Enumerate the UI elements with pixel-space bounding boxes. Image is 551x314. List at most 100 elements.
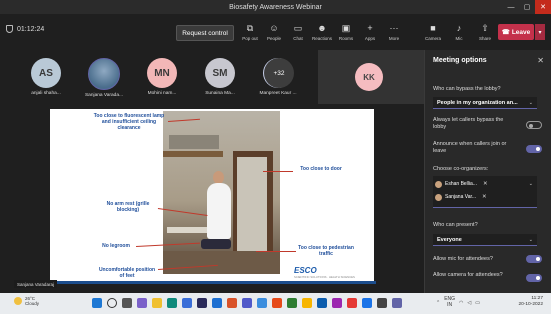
app-icon[interactable] <box>197 298 207 308</box>
participant-tile[interactable]: SM Sunaina Ma... <box>196 58 244 98</box>
shelf-equipment <box>169 135 219 149</box>
lang-region: IN <box>447 301 453 308</box>
powerpoint-icon[interactable] <box>227 298 237 308</box>
speaker-name-label: Sanjana Varadaraj <box>14 280 57 288</box>
app-icon[interactable] <box>377 298 387 308</box>
minimize-button[interactable]: — <box>503 0 519 14</box>
avatar: AS <box>31 58 61 88</box>
title-bar: Biosafety Awareness Webinar — ▢ ✕ <box>0 0 551 14</box>
search-icon[interactable] <box>107 298 117 308</box>
battery-icon[interactable]: ▭ <box>475 300 480 306</box>
mic-toggle[interactable] <box>526 255 542 263</box>
bypass-lobby-select[interactable]: People in my organization an... ⌄ <box>433 97 537 109</box>
bypass-lobby-label: Who can bypass the lobby? <box>433 86 501 92</box>
participant-tile[interactable]: AS anjali shaha... <box>22 58 70 98</box>
language-indicator[interactable]: ENG IN <box>444 296 455 308</box>
apps-button[interactable]: + Apps <box>358 18 382 46</box>
participant-name: Mohini nam... <box>147 91 177 96</box>
edge-icon[interactable] <box>167 298 177 308</box>
more-label: More <box>388 36 400 41</box>
meeting-timer: 01:12:24 <box>6 25 44 33</box>
camera-button[interactable]: ■ Camera <box>420 18 446 46</box>
teams-icon[interactable] <box>392 298 402 308</box>
app-icon[interactable] <box>272 298 282 308</box>
rooms-label: Rooms <box>338 36 354 41</box>
annotation-arrow <box>263 171 293 172</box>
esco-logo: ESCO <box>294 266 317 275</box>
app-icon[interactable] <box>332 298 342 308</box>
coorganizers-label: Choose co-organizers: <box>433 166 489 172</box>
apps-label: Apps <box>364 36 376 41</box>
phone-icon: ☎ <box>501 29 510 36</box>
floor <box>163 251 280 274</box>
speaker-icon[interactable]: ◁ <box>467 300 471 306</box>
present-label: Who can present? <box>433 222 478 228</box>
outlook-icon[interactable] <box>212 298 222 308</box>
app-icon[interactable] <box>287 298 297 308</box>
windows-start-icon[interactable] <box>92 298 102 308</box>
chevron-down-icon: ▾ <box>538 29 542 36</box>
share-label: Share <box>478 36 491 41</box>
cabinet-door <box>237 157 267 257</box>
meeting-tools: ⧉ Pop out ☺ People ▭ Chat ☻ Reactions ▣ Rooms… <box>238 18 406 46</box>
camera-toggle[interactable] <box>526 274 542 282</box>
mic-button[interactable]: ♪ Mic <box>446 18 472 46</box>
more-button[interactable]: ··· More <box>382 18 406 46</box>
chevron-up-icon[interactable]: ⌃ <box>436 300 440 306</box>
remove-coorganizer-icon[interactable]: ✕ <box>483 181 488 187</box>
app-icon[interactable] <box>257 298 267 308</box>
teams-icon[interactable] <box>242 298 252 308</box>
reactions-button[interactable]: ☻ Reactions <box>310 18 334 46</box>
taskbar-clock[interactable]: 11:27 20-10-2022 <box>518 296 543 308</box>
app-icon[interactable] <box>302 298 312 308</box>
annotation: No arm rest (grille blocking) <box>106 201 150 213</box>
chevron-down-icon: ⌄ <box>528 99 533 106</box>
annotation: Uncomfortable position of feet <box>98 267 156 279</box>
device-controls: ■ Camera ♪ Mic ⇧ Share <box>420 18 498 46</box>
participant-tile[interactable]: Sanjana Varada... <box>80 58 128 98</box>
share-button[interactable]: ⇧ Share <box>472 18 498 46</box>
store-icon[interactable] <box>182 298 192 308</box>
people-label: People <box>266 36 281 41</box>
callers-bypass-label: Always let callers bypass the lobby <box>433 117 504 130</box>
people-button[interactable]: ☺ People <box>262 18 286 46</box>
leave-button[interactable]: ☎ Leave <box>498 24 534 40</box>
callers-bypass-toggle[interactable] <box>526 121 542 129</box>
window-title: Biosafety Awareness Webinar <box>229 3 322 11</box>
share-icon: ⇧ <box>481 23 489 33</box>
remove-coorganizer-icon[interactable]: ✕ <box>482 194 487 200</box>
coorganizers-select[interactable]: Eshan Bellia... ✕ Sanjana Var... ✕ ⌄ <box>433 176 537 208</box>
pop-out-label: Pop out <box>242 36 258 41</box>
pop-out-icon: ⧉ <box>246 23 254 33</box>
more-participants-button[interactable]: +32 <box>264 58 294 88</box>
clock-time: 11:27 <box>531 296 543 301</box>
present-select[interactable]: Everyone ⌄ <box>433 234 537 246</box>
lab-photo <box>163 111 280 274</box>
chrome-icon[interactable] <box>362 298 372 308</box>
request-control-button[interactable]: Request control <box>176 25 234 41</box>
close-window-button[interactable]: ✕ <box>535 0 551 14</box>
meeting-options-panel: Meeting options ✕ Who can bypass the lob… <box>424 50 551 293</box>
file-explorer-icon[interactable] <box>152 298 162 308</box>
participant-name: Sunaina Ma... <box>205 91 235 96</box>
participant-tile[interactable]: MN Mohini nam... <box>138 58 186 98</box>
close-panel-button[interactable]: ✕ <box>537 56 544 65</box>
close-icon: ✕ <box>537 56 544 65</box>
pop-out-button[interactable]: ⧉ Pop out <box>238 18 262 46</box>
app-icon[interactable] <box>347 298 357 308</box>
chat-icon[interactable] <box>137 298 147 308</box>
avatar <box>435 193 442 201</box>
taskbar-apps <box>92 298 402 308</box>
maximize-button[interactable]: ▢ <box>519 0 535 14</box>
task-view-icon[interactable] <box>122 298 132 308</box>
announce-toggle[interactable] <box>526 145 542 153</box>
app-icon[interactable] <box>317 298 327 308</box>
rooms-button[interactable]: ▣ Rooms <box>334 18 358 46</box>
chat-button[interactable]: ▭ Chat <box>286 18 310 46</box>
wifi-icon[interactable]: ◠ <box>459 300 463 306</box>
clock-date: 20-10-2022 <box>518 302 543 308</box>
weather-widget[interactable]: 26°C Cloudy <box>14 296 39 306</box>
leave-dropdown-button[interactable]: ▾ <box>535 24 545 40</box>
chat-label: Chat <box>293 36 303 41</box>
shelf <box>163 151 223 157</box>
